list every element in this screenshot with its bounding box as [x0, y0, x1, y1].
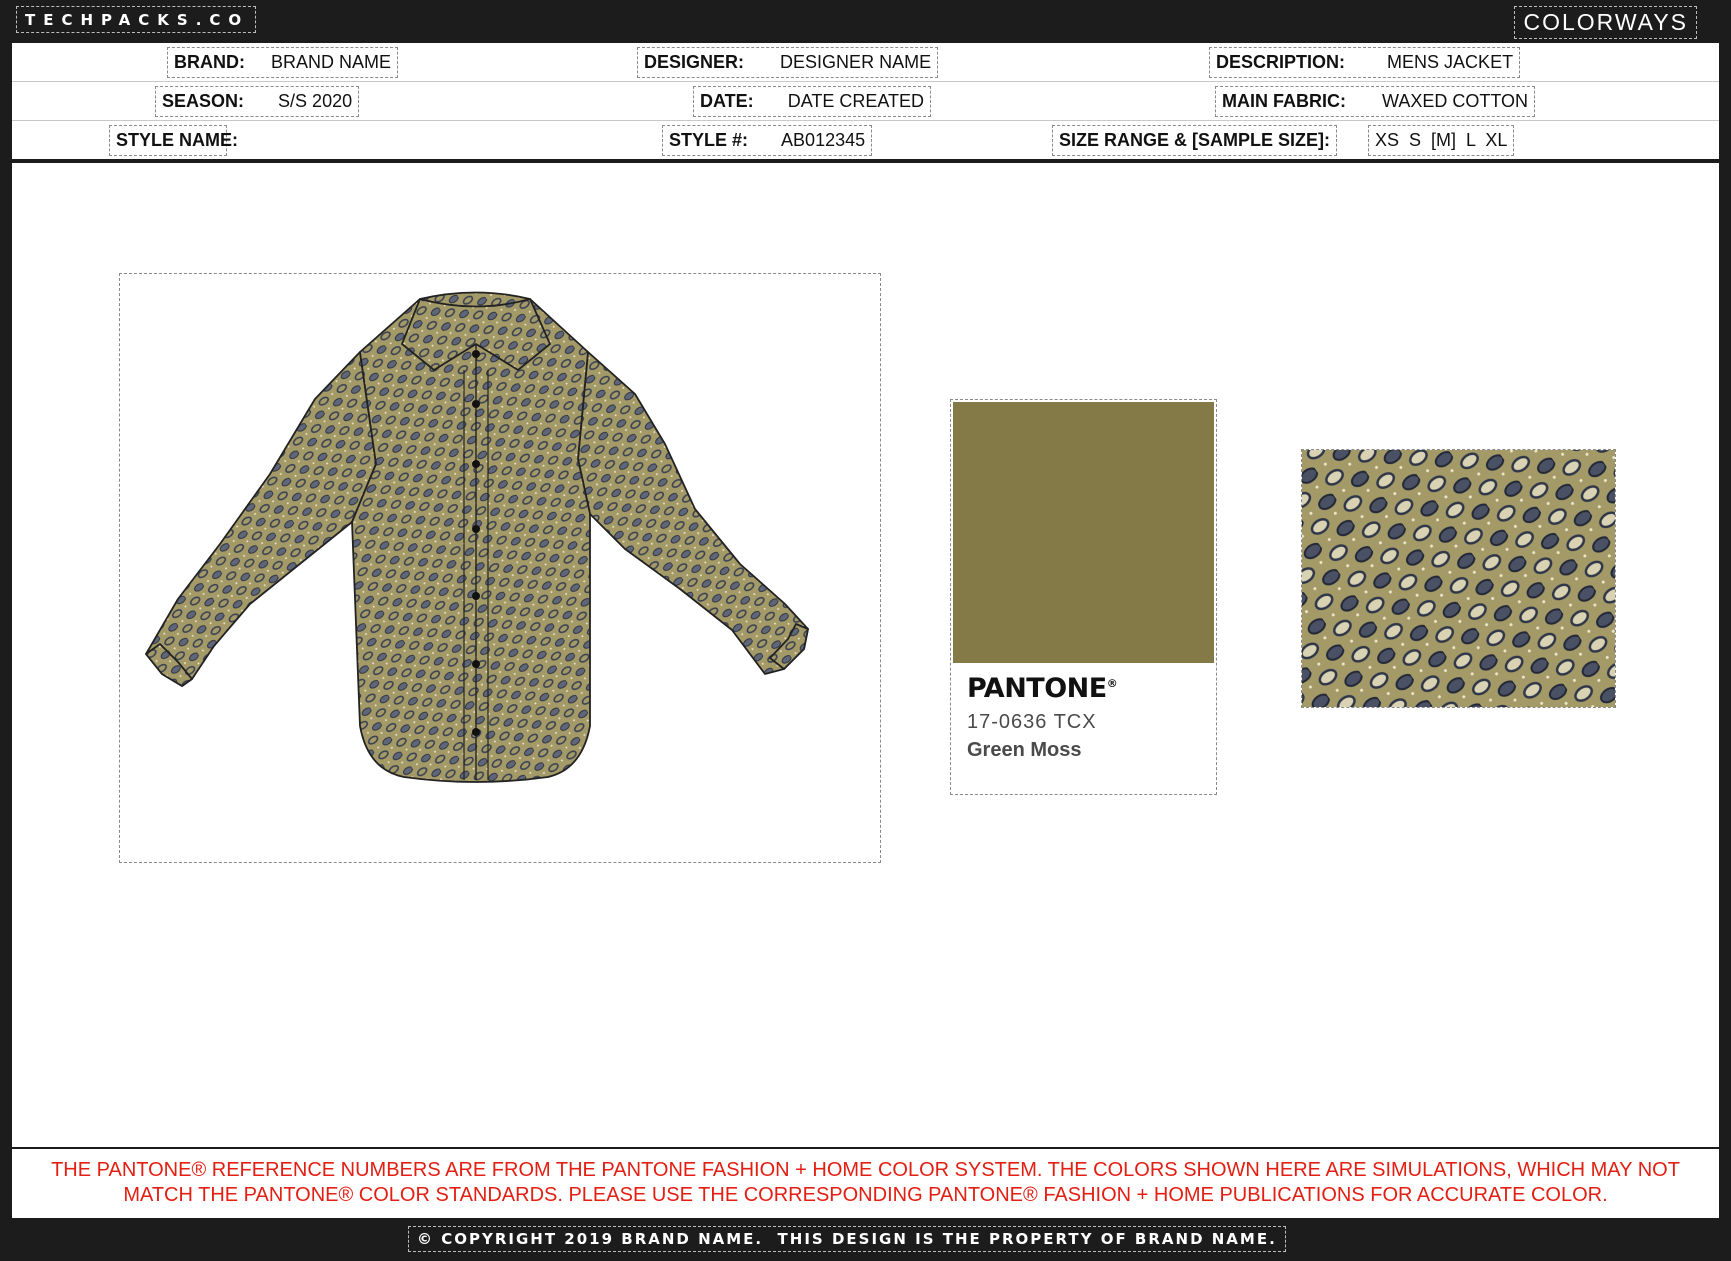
fabric-print-swatch[interactable]: [1301, 449, 1616, 708]
top-bar: TECHPACKS.CO COLORWAYS: [0, 0, 1731, 43]
registered-mark-icon: ®: [1106, 677, 1118, 690]
description-field[interactable]: DESCRIPTION: MENS JACKET: [1209, 47, 1521, 78]
spec-row-3: STYLE NAME: STYLE #: AB012345 SIZE RANGE…: [12, 121, 1719, 159]
brand-value: BRAND NAME: [271, 52, 392, 72]
style-name-field[interactable]: STYLE NAME:: [109, 125, 238, 156]
designer-field[interactable]: DESIGNER: DESIGNER NAME: [637, 47, 939, 78]
shirt-body: [351, 291, 591, 783]
season-field[interactable]: SEASON: S/S 2020: [155, 86, 360, 117]
size-range-field[interactable]: SIZE RANGE & [SAMPLE SIZE]:: [1052, 125, 1338, 156]
copyright-notice: © COPYRIGHT 2019 BRAND NAME. THIS DESIGN…: [408, 1226, 1286, 1252]
designer-label: DESIGNER:: [644, 52, 745, 72]
footer-bar: © COPYRIGHT 2019 BRAND NAME. THIS DESIGN…: [0, 1218, 1731, 1261]
main-fabric-value: WAXED COTTON: [1382, 91, 1529, 111]
pantone-color-name: Green Moss: [967, 739, 1082, 761]
disclaimer-line-1: THE PANTONE® REFERENCE NUMBERS ARE FROM …: [51, 1159, 1680, 1181]
colorway-canvas: PANTONE® 17-0636 TCX Green Moss: [12, 163, 1719, 1147]
size-range-value: XS S [M] L XL: [1375, 130, 1508, 150]
disclaimer-line-2: MATCH THE PANTONE® COLOR STANDARDS. PLEA…: [123, 1184, 1608, 1206]
description-label: DESCRIPTION:: [1216, 52, 1346, 72]
size-range-label: SIZE RANGE & [SAMPLE SIZE]:: [1059, 130, 1331, 150]
designer-value: DESIGNER NAME: [780, 52, 932, 72]
style-number-field[interactable]: STYLE #: AB012345: [662, 125, 873, 156]
right-sleeve: [577, 351, 809, 675]
spec-row-1: BRAND: BRAND NAME DESIGNER: DESIGNER NAM…: [12, 43, 1719, 82]
pantone-card[interactable]: PANTONE® 17-0636 TCX Green Moss: [950, 399, 1217, 795]
main-fabric-label: MAIN FABRIC:: [1222, 91, 1346, 111]
date-value: DATE CREATED: [787, 91, 925, 111]
date-field[interactable]: DATE: DATE CREATED: [693, 86, 932, 117]
style-name-label: STYLE NAME:: [116, 130, 239, 150]
size-range-value-box[interactable]: XS S [M] L XL: [1368, 125, 1515, 156]
style-number-label: STYLE #:: [669, 130, 749, 150]
pantone-color-swatch: [953, 402, 1214, 663]
techpacks-logo[interactable]: TECHPACKS.CO: [16, 6, 257, 33]
sketch-frame[interactable]: [119, 273, 881, 863]
fabric-print-image: [1302, 450, 1615, 707]
long-sleeve-shirt-sketch: [145, 291, 809, 783]
season-label: SEASON:: [162, 91, 245, 111]
brand-field[interactable]: BRAND: BRAND NAME: [167, 47, 399, 78]
pantone-code: 17-0636 TCX: [967, 711, 1097, 733]
brand-label: BRAND:: [174, 52, 245, 72]
pantone-brand-text: PANTONE: [967, 673, 1107, 704]
page-title: COLORWAYS: [1514, 6, 1697, 39]
date-label: DATE:: [700, 91, 754, 111]
left-sleeve: [145, 351, 377, 687]
spec-row-2: SEASON: S/S 2020 DATE: DATE CREATED MAIN…: [12, 82, 1719, 121]
description-value: MENS JACKET: [1387, 52, 1514, 72]
pantone-disclaimer: THE PANTONE® REFERENCE NUMBERS ARE FROM …: [12, 1149, 1719, 1218]
pantone-brand: PANTONE®: [967, 673, 1118, 704]
main-fabric-field[interactable]: MAIN FABRIC: WAXED COTTON: [1215, 86, 1536, 117]
spec-header: BRAND: BRAND NAME DESIGNER: DESIGNER NAM…: [12, 43, 1719, 159]
season-value: S/S 2020: [278, 91, 353, 111]
style-number-value: AB012345: [781, 130, 866, 150]
